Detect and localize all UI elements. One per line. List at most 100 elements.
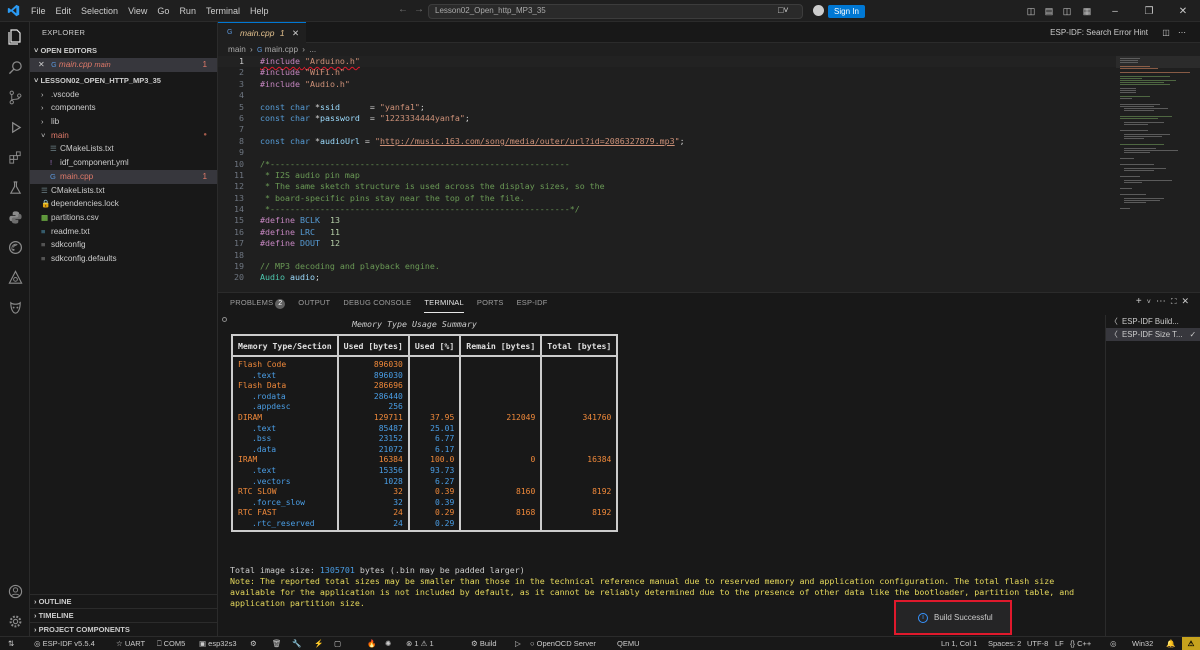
esp-idf-icon[interactable]	[6, 238, 24, 256]
code-line[interactable]: 5 const char *ssid = "yanfa1";	[218, 102, 1118, 113]
code-line[interactable]: 16 #define LRC 11	[218, 227, 1118, 238]
code-line[interactable]: 18	[218, 250, 1118, 261]
panel-tab-esp-idf[interactable]: ESP-IDF	[517, 293, 548, 313]
close-window-button[interactable]: ✕	[1166, 6, 1200, 17]
remote-icon[interactable]: ⇅	[8, 637, 14, 650]
tree-item-main-cpp[interactable]: Gmain.cpp 1	[30, 169, 217, 184]
indentation[interactable]: Spaces: 2	[988, 637, 1021, 650]
problems-status[interactable]: ⊗ 1 ⚠ 1	[406, 637, 434, 650]
menu-help[interactable]: Help	[245, 6, 274, 16]
build-wrench-icon[interactable]: 🔧	[292, 637, 301, 650]
code-line[interactable]: 9	[218, 147, 1118, 158]
code-line[interactable]: 2 #include "WiFi.h"	[218, 67, 1118, 78]
open-editor-item[interactable]: ✕ G main.cpp main 1	[30, 58, 217, 72]
extensions-icon[interactable]	[6, 148, 24, 166]
breadcrumb-folder[interactable]: main	[228, 45, 246, 54]
close-editor-icon[interactable]: ✕	[38, 60, 45, 69]
build-flash-monitor-fire-icon[interactable]: 🔥	[367, 637, 376, 650]
tree-item-vscode[interactable]: › .vscode	[30, 88, 217, 102]
esp-idf-version[interactable]: ◎ ESP-IDF v5.5.4	[34, 637, 95, 650]
toggle-secondary-sidebar-icon[interactable]: ◫	[1058, 6, 1076, 17]
account-icon[interactable]	[813, 5, 824, 16]
code-line[interactable]: 19 // MP3 decoding and playback engine.	[218, 261, 1118, 272]
code-line[interactable]: 12 * The same sketch structure is used a…	[218, 181, 1118, 192]
build-successful-notification[interactable]: i Build Successful	[894, 600, 1012, 635]
minimap[interactable]	[1116, 56, 1200, 292]
search-icon[interactable]	[6, 58, 24, 76]
qemu[interactable]: QEMU	[617, 637, 640, 650]
code-line[interactable]: 14 *------------------------------------…	[218, 204, 1118, 215]
notifications-bell-icon[interactable]: 🔔	[1166, 637, 1175, 650]
flash-bolt-icon[interactable]: ⚡	[314, 637, 323, 650]
tree-item-sdkconfig[interactable]: ≡ sdkconfig	[30, 238, 217, 252]
code-line[interactable]: 13 * board-specific pins stay near the t…	[218, 193, 1118, 204]
serial-port[interactable]: ⎕ COM5	[157, 637, 185, 650]
esp-idf-error-hint-button[interactable]: ESP-IDF: Search Error Hint ◫ ⋯	[1050, 22, 1186, 43]
panel-tab-output[interactable]: OUTPUT	[298, 293, 330, 313]
terminal-output[interactable]: Memory Type Usage Summary Memory Type/Se…	[218, 315, 1098, 637]
manage-gear-icon[interactable]	[6, 612, 24, 630]
toggle-panel-icon[interactable]: ▤	[1040, 6, 1058, 17]
terminal-item-build[interactable]: 〈 ESP-IDF Build...	[1106, 315, 1200, 328]
code-line[interactable]: 1 #include "Arduino.h"	[218, 56, 1118, 68]
tree-item-dependencies-lock[interactable]: 🔒dependencies.lock	[30, 197, 217, 211]
maximize-panel-icon[interactable]: ⛶	[1171, 297, 1182, 306]
code-line[interactable]: 20 Audio audio;	[218, 272, 1118, 283]
code-line[interactable]: 17 #define DOUT 12	[218, 238, 1118, 249]
project-components-section[interactable]: › PROJECT COMPONENTS	[30, 622, 218, 636]
source-control-icon[interactable]	[6, 88, 24, 106]
minimize-button[interactable]: –	[1098, 6, 1132, 17]
more-actions-icon[interactable]: ⋯	[1156, 296, 1171, 307]
tree-item-cmakelists-txt[interactable]: ☰ CMakeLists.txt	[30, 184, 217, 198]
target-chip[interactable]: ▣ esp32s3	[199, 637, 237, 650]
project-section[interactable]: ˅ LESSON02_OPEN_HTTP_MP3_35	[30, 74, 217, 88]
language-mode[interactable]: {} C++	[1070, 637, 1091, 650]
flash-method[interactable]: ☆ UART	[116, 637, 145, 650]
menu-run[interactable]: Run	[174, 6, 201, 16]
navigation-arrows[interactable]: ←→	[398, 4, 430, 15]
menu-file[interactable]: File	[26, 6, 51, 16]
timeline-section[interactable]: › TIMELINE	[30, 608, 218, 622]
tree-item-cmakelists-txt[interactable]: ☰ CMakeLists.txt	[30, 142, 217, 156]
tab-main-cpp[interactable]: G main.cpp 1 ✕	[218, 22, 306, 43]
open-editors-section[interactable]: ˅ OPEN EDITORS	[30, 44, 217, 58]
code-line[interactable]: 7	[218, 124, 1118, 135]
run-play-icon[interactable]: ▷	[515, 637, 521, 650]
panel-tab-problems[interactable]: PROBLEMS 2	[230, 293, 286, 313]
toggle-sidebar-icon[interactable]: ◫	[1022, 6, 1040, 17]
breadcrumb-file[interactable]: main.cpp	[265, 45, 298, 54]
python-icon[interactable]	[6, 208, 24, 226]
cursor-position[interactable]: Ln 1, Col 1	[941, 637, 977, 650]
clean-trash-icon[interactable]: 🗑	[272, 637, 282, 650]
status-warning-icon[interactable]: ⚠	[1182, 637, 1200, 650]
panel-tab-terminal[interactable]: TERMINAL	[424, 293, 464, 313]
copilot-status-icon[interactable]: ◎	[1110, 637, 1117, 650]
idf-component-icon[interactable]	[6, 268, 24, 286]
panel-tab-ports[interactable]: PORTS	[477, 293, 504, 313]
explorer-icon[interactable]	[6, 28, 24, 46]
testing-icon[interactable]	[6, 178, 24, 196]
code-editor[interactable]: 1 #include "Arduino.h" 2 #include "WiFi.h" 3…	[218, 56, 1118, 292]
menu-terminal[interactable]: Terminal	[201, 6, 245, 16]
sign-in-button[interactable]: Sign In	[828, 5, 865, 18]
split-editor-icon[interactable]: ◫	[1162, 28, 1170, 37]
code-line[interactable]: 6 const char *password = "1223334444yanfa…	[218, 113, 1118, 124]
outline-section[interactable]: › OUTLINE	[30, 594, 218, 608]
tree-item-main[interactable]: ˅ main ●	[30, 129, 217, 143]
new-terminal-icon[interactable]: +	[1136, 296, 1147, 307]
tree-item-idf-component-yml[interactable]: ! idf_component.yml	[30, 156, 217, 170]
accounts-icon[interactable]	[6, 582, 24, 600]
more-actions-icon[interactable]: ⋯	[1178, 28, 1186, 37]
code-line[interactable]: 11 * I2S audio pin map	[218, 170, 1118, 181]
build-task[interactable]: ⚙ Build	[471, 637, 497, 650]
debug-icon[interactable]: ✺	[385, 637, 391, 650]
platform[interactable]: Win32	[1132, 637, 1153, 650]
code-line[interactable]: 10 /*------------------------------------…	[218, 159, 1118, 170]
breadcrumb-symbol[interactable]: ...	[309, 45, 316, 54]
tree-item-partitions-csv[interactable]: ▦ partitions.csv	[30, 211, 217, 225]
close-panel-icon[interactable]: ✕	[1181, 296, 1194, 306]
monitor-icon[interactable]: ▢	[334, 637, 341, 650]
command-center-search[interactable]: Lesson02_Open_http_MP3_35	[428, 4, 803, 19]
code-line[interactable]: 15 #define BCLK 13	[218, 215, 1118, 226]
run-debug-icon[interactable]	[6, 118, 24, 136]
